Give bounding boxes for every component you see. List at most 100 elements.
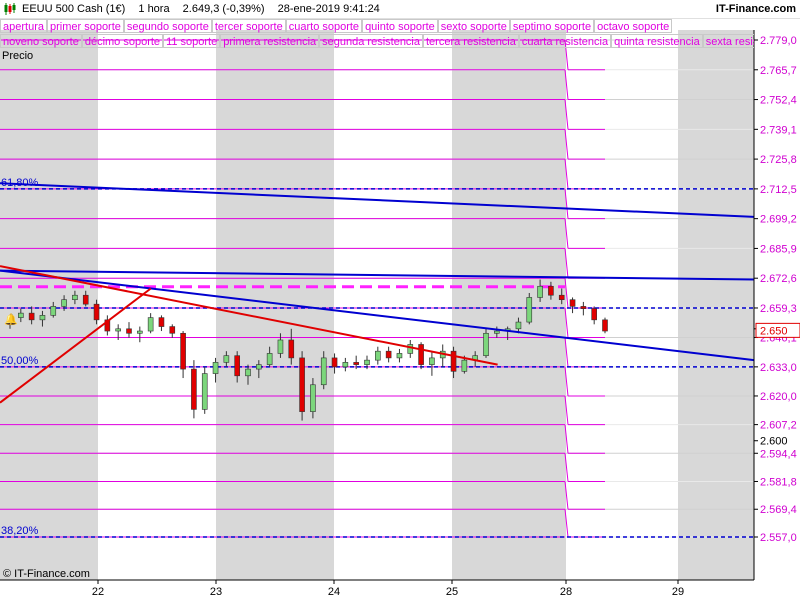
candle-body [342, 362, 349, 368]
price-tick-label: 2.659,3 [760, 303, 797, 315]
legend-item[interactable]: tercer soporte [211, 19, 286, 33]
candle-body [18, 312, 24, 318]
indicator-legend-row-2: noveno soporte décimo soporte 11 soporte pr… [0, 34, 754, 49]
legend-item[interactable]: apertura [0, 19, 47, 33]
legend-item[interactable]: 11 soporte [163, 34, 221, 48]
price-tick-label: 2.739,1 [760, 124, 797, 136]
legend-item[interactable]: décimo soporte [81, 34, 164, 48]
legend-item[interactable]: segunda resistencia [319, 34, 423, 48]
price-tick-label: 2.672,6 [760, 273, 797, 285]
candle-body [548, 285, 554, 296]
candle-body [310, 384, 316, 412]
price-chart[interactable]: 61,80%50,00%38,20%2.779,02.765,72.752,42… [0, 0, 800, 600]
chart-title: EEUU 500 Cash (1€) 1 hora 2.649,3 (-0,39… [22, 3, 390, 15]
candle-body [591, 308, 597, 321]
alert-bell-icon[interactable]: 🔔 [4, 313, 18, 326]
legend-item[interactable]: cuarto soporte [285, 19, 363, 33]
candle-body [515, 321, 522, 330]
candle-body [580, 306, 587, 309]
candle-body [299, 357, 305, 412]
price-tick-label: 2.765,7 [760, 65, 797, 77]
candle-body [602, 319, 608, 332]
candle-body [331, 357, 338, 368]
legend-item[interactable]: sexta resistencia [702, 34, 754, 48]
candle-body [82, 294, 89, 305]
candle-body [288, 339, 295, 359]
legend-item[interactable]: cuarta resistencia [518, 34, 612, 48]
series-label: Precio [2, 50, 34, 62]
candle-body [396, 353, 403, 359]
candle-body [61, 299, 67, 307]
price-change: 2.649,3 (-0,39%) [182, 3, 265, 15]
candle-body [245, 368, 251, 377]
price-tick-label: 2.600 [760, 436, 788, 448]
candle-body [375, 350, 381, 361]
price-tick-label: 2.607,2 [760, 420, 797, 432]
time-tick-label: 29 [672, 586, 684, 598]
legend-item[interactable]: octavo soporte [594, 19, 673, 33]
candle-body [277, 339, 284, 354]
price-tick-label: 2.725,8 [760, 154, 797, 166]
session-band [0, 30, 98, 580]
time-tick-label: 24 [328, 586, 340, 598]
indicator-legend-row-1: apertura primer soporte segundo soporte ter… [0, 19, 754, 34]
candle-body [266, 353, 273, 365]
price-tick-label: 2.752,4 [760, 95, 797, 107]
current-price-label: 2.650 [760, 325, 788, 337]
candle-body [28, 312, 35, 321]
candle-body [191, 368, 197, 410]
candle-body [418, 344, 424, 365]
fib-label: 38,20% [1, 525, 39, 537]
legend-item[interactable]: septimo soporte [509, 19, 595, 33]
time-tick-label: 25 [446, 586, 458, 598]
price-tick-label: 2.779,0 [760, 35, 797, 47]
session-band [452, 30, 566, 580]
footer-brand: © IT-Finance.com [3, 568, 90, 580]
candle-body [212, 362, 219, 374]
legend-item[interactable]: primera resistencia [220, 34, 320, 48]
candle-body [39, 315, 46, 321]
candle-body [158, 317, 165, 327]
candle-body [537, 285, 543, 298]
candle-body [180, 332, 186, 370]
symbol-name: EEUU 500 Cash (1€) [22, 3, 126, 15]
plot-background [0, 0, 754, 580]
candle-body [234, 355, 240, 377]
candle-body [526, 297, 533, 323]
price-tick-label: 2.685,9 [760, 243, 797, 255]
timeframe[interactable]: 1 hora [138, 3, 169, 15]
candle-body [407, 344, 414, 354]
chart-header: EEUU 500 Cash (1€) 1 hora 2.649,3 (-0,39… [0, 0, 800, 19]
candle-body [429, 357, 435, 365]
price-tick-label: 2.569,4 [760, 504, 797, 516]
candle-body [385, 350, 392, 359]
legend-item[interactable]: segundo soporte [123, 19, 212, 33]
price-tick-label: 2.581,8 [760, 476, 797, 488]
time-tick-label: 28 [560, 586, 572, 598]
candle-body [201, 373, 208, 410]
fib-label: 50,00% [1, 355, 39, 367]
session-band [216, 30, 334, 580]
candle-body [483, 332, 489, 356]
price-tick-label: 2.594,4 [760, 448, 797, 460]
price-tick-label: 2.699,2 [760, 214, 797, 226]
time-tick-label: 23 [210, 586, 222, 598]
candle-body [72, 294, 78, 300]
legend-item[interactable]: noveno soporte [0, 34, 82, 48]
candle-body [223, 355, 230, 363]
legend-item[interactable]: quinto soporte [362, 19, 438, 33]
legend-item[interactable]: tercera resistencia [423, 34, 519, 48]
legend-item[interactable]: quinta resistencia [611, 34, 703, 48]
legend-item[interactable]: sexto soporte [437, 19, 510, 33]
price-tick-label: 2.620,0 [760, 391, 797, 403]
candle-body [126, 328, 132, 334]
legend-item[interactable]: primer soporte [46, 19, 124, 33]
candle-body [353, 362, 359, 365]
candle-body [147, 317, 154, 332]
candle-body [494, 330, 500, 334]
candle-body [450, 350, 457, 372]
price-tick-label: 2.633,0 [760, 362, 797, 374]
candle-body [364, 359, 370, 365]
price-tick-label: 2.557,0 [760, 532, 797, 544]
candle-body [256, 364, 262, 370]
